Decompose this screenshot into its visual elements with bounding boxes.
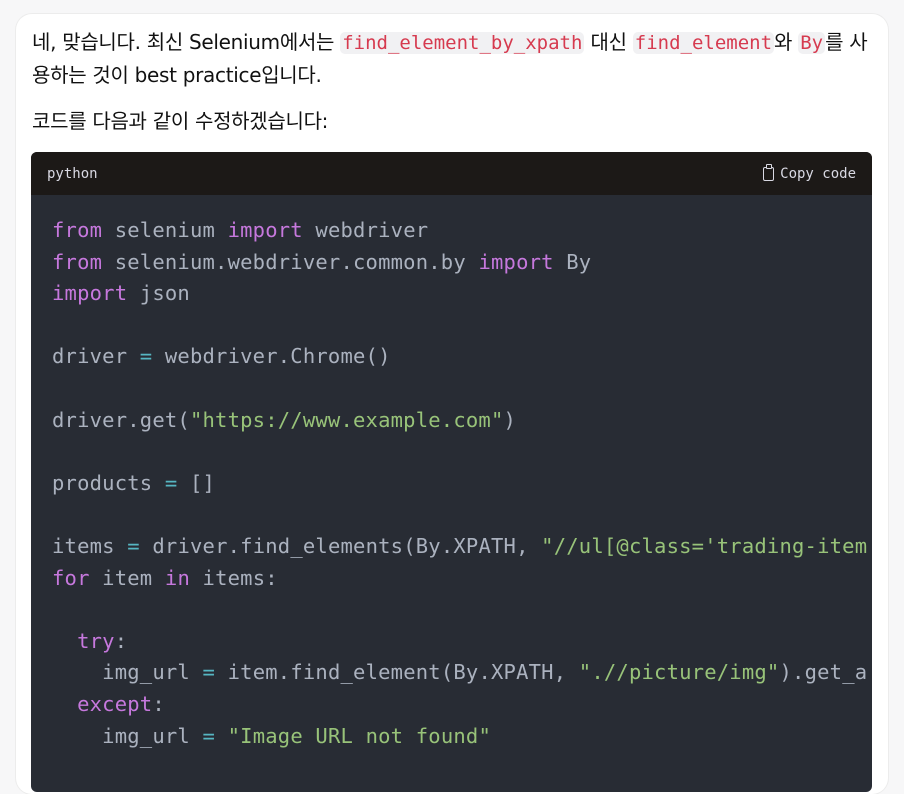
copy-code-label: Copy code	[780, 165, 856, 182]
code-line: from selenium.webdriver.common.by import…	[52, 247, 872, 279]
code-token: from	[52, 249, 103, 274]
text-segment: 네, 맞습니다. 최신 Selenium에서는	[32, 30, 341, 54]
code-token: =	[202, 660, 216, 685]
code-block: python Copy code from selenium import we…	[31, 152, 872, 792]
code-line: driver = webdriver.Chrome()	[52, 341, 872, 373]
code-token: "https://www.example.com"	[189, 407, 504, 432]
message-text: 네, 맞습니다. 최신 Selenium에서는 find_element_by_…	[32, 26, 874, 137]
code-token: =	[164, 470, 178, 495]
code-token: =	[202, 723, 216, 748]
code-token: json	[127, 281, 190, 306]
code-token: except	[77, 691, 153, 716]
code-line: driver.get("https://www.example.com")	[52, 405, 872, 437]
message-paragraph-2: 코드를 다음과 같이 수정하겠습니다:	[32, 109, 329, 133]
code-token: webdriver.Chrome()	[152, 344, 391, 369]
chat-message-card: 네, 맞습니다. 최신 Selenium에서는 find_element_by_…	[16, 14, 888, 794]
code-token: By	[553, 249, 592, 274]
code-token: import	[52, 281, 128, 306]
code-token: :	[152, 691, 165, 716]
code-token: for	[52, 565, 90, 590]
code-token: ).get_a	[779, 660, 868, 685]
code-token: selenium.webdriver.common.by	[102, 249, 479, 274]
code-token: "Image URL not found"	[227, 723, 491, 748]
inline-code-find-element-by-xpath: find_element_by_xpath	[340, 32, 585, 54]
code-token: products	[52, 470, 165, 495]
code-line: items = driver.find_elements(By.XPATH, "…	[52, 531, 872, 563]
code-token: in	[164, 565, 190, 590]
code-token: =	[139, 344, 153, 369]
code-token: :	[114, 628, 128, 653]
code-line: products = []	[52, 468, 872, 500]
code-token: "//ul[@class='trading-item	[541, 533, 868, 558]
code-line: except:	[52, 689, 872, 721]
inline-code-by: By	[798, 32, 826, 54]
code-token: item.find_element(By.XPATH,	[215, 660, 579, 685]
code-line: try:	[52, 626, 872, 658]
code-token: items	[52, 533, 128, 558]
text-segment: 대신	[584, 30, 633, 54]
code-token: =	[127, 533, 140, 558]
code-line: import json	[52, 278, 872, 310]
code-token: import	[227, 218, 303, 242]
code-token: webdriver	[302, 218, 429, 242]
code-token: ".//picture/img"	[578, 660, 780, 685]
code-token: img_url	[52, 660, 203, 685]
code-token: driver	[52, 344, 140, 369]
code-content: from selenium import webdriver from selen…	[31, 195, 872, 752]
copy-code-button[interactable]: Copy code	[763, 163, 856, 182]
code-token: item	[89, 565, 165, 590]
code-token: driver.get(	[52, 407, 190, 432]
code-line: from selenium import webdriver	[52, 215, 872, 247]
code-line: img_url = item.find_element(By.XPATH, ".…	[52, 657, 872, 689]
code-token: driver.find_elements(By.XPATH,	[139, 533, 542, 558]
code-token: import	[478, 249, 554, 274]
code-token: )	[503, 407, 517, 432]
code-block-header: python Copy code	[31, 152, 872, 195]
code-token: img_url	[52, 723, 203, 748]
code-token: []	[177, 470, 216, 495]
code-token: try	[77, 628, 115, 653]
clipboard-icon	[763, 163, 775, 181]
text-segment: 와	[774, 30, 799, 54]
message-paragraph-1: 네, 맞습니다. 최신 Selenium에서는 find_element_by_…	[32, 26, 874, 91]
code-language-label: python	[47, 165, 98, 182]
code-token: from	[52, 218, 103, 242]
inline-code-find-element: find_element	[632, 32, 775, 54]
code-token: selenium	[102, 218, 228, 242]
code-line: for item in items:	[52, 563, 872, 595]
code-line: img_url = "Image URL not found"	[52, 721, 872, 753]
code-token: items:	[190, 565, 278, 590]
